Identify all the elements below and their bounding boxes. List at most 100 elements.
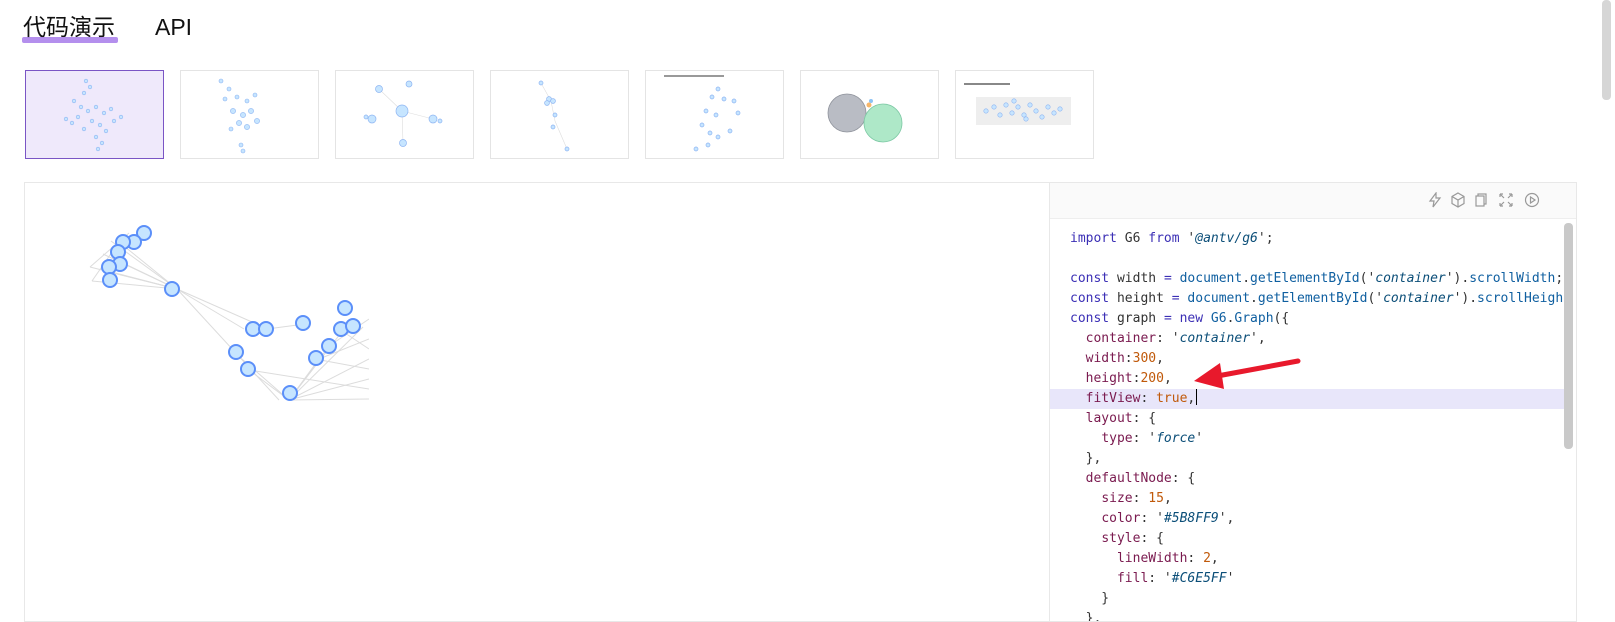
thumbnail-graph-preview — [964, 83, 1071, 125]
code-token: width — [1109, 271, 1164, 286]
thumbnail-graph-preview — [218, 78, 260, 154]
code-token: : — [1140, 391, 1157, 406]
editor-toolbar — [1050, 183, 1576, 219]
code-token: = — [1171, 291, 1180, 306]
tab-api[interactable]: API — [155, 12, 192, 42]
code-line: container: 'container', — [1050, 329, 1564, 349]
code-token: : { — [1171, 471, 1196, 486]
code-token: @antv/g6 — [1195, 231, 1258, 246]
thumbnail-graph-preview — [63, 78, 124, 152]
code-line: color: '#5B8FF9', — [1050, 509, 1564, 529]
code-token: scrollWidth — [1469, 271, 1556, 286]
editor-scrollbar[interactable] — [1564, 223, 1573, 449]
code-token: #5B8FF9 — [1163, 511, 1219, 526]
code-token: G6 — [1116, 231, 1149, 246]
code-token: : ' — [1132, 431, 1157, 446]
demo-thumbnail-6[interactable] — [800, 70, 939, 159]
code-token: : — [1124, 351, 1133, 366]
code-line: defaultNode: { — [1050, 469, 1564, 489]
graph-canvas[interactable] — [79, 219, 369, 405]
code-token: ; — [1555, 271, 1564, 286]
code-editor[interactable]: import G6 from '@antv/g6'; const width = … — [1050, 219, 1576, 621]
code-token: type — [1101, 431, 1133, 446]
demo-thumbnail-3[interactable] — [335, 70, 474, 159]
code-token: : ' — [1156, 331, 1180, 346]
play-icon[interactable] — [1524, 192, 1540, 208]
code-token: , — [1163, 371, 1172, 386]
code-token: import — [1070, 231, 1117, 246]
code-token: (' — [1367, 291, 1384, 306]
demo-container: import G6 from '@antv/g6'; const width = … — [24, 182, 1577, 622]
code-token: ' — [1179, 231, 1196, 246]
code-token: container — [1085, 331, 1157, 346]
code-token: height — [1109, 291, 1172, 306]
code-token: const — [1070, 291, 1110, 306]
code-token: , — [1163, 491, 1172, 506]
codesandbox-icon[interactable] — [1450, 192, 1466, 208]
code-token: getElementById — [1250, 271, 1360, 286]
code-token: scrollHeigh — [1477, 291, 1564, 306]
code-token: (' — [1359, 271, 1376, 286]
lightning-icon[interactable] — [1427, 191, 1443, 208]
code-content[interactable]: import G6 from '@antv/g6'; const width = … — [1050, 229, 1564, 621]
code-line: lineWidth: 2, — [1050, 549, 1564, 569]
thumbnail-graph-preview — [538, 80, 570, 152]
thumbnail-graph-preview — [664, 75, 741, 152]
code-token: container — [1375, 271, 1446, 286]
thumbnail-graph-preview — [363, 80, 443, 147]
code-token: G6 — [1210, 311, 1227, 326]
code-line: const graph = new G6.Graph({ — [1050, 309, 1564, 329]
code-token: container — [1179, 331, 1251, 346]
code-token: container — [1383, 291, 1454, 306]
code-token: ({ — [1273, 311, 1290, 326]
copy-icon[interactable] — [1473, 192, 1489, 208]
graph-edges — [89, 232, 369, 401]
demo-thumbnail-1[interactable] — [25, 70, 164, 159]
code-token: document — [1179, 271, 1243, 286]
code-line: const width = document.getElementById('c… — [1050, 269, 1564, 289]
code-token: : — [1187, 551, 1204, 566]
code-token: height — [1085, 371, 1133, 386]
demo-thumbnail-4[interactable] — [490, 70, 629, 159]
code-token: color — [1101, 511, 1141, 526]
demo-thumbnail-5[interactable] — [645, 70, 784, 159]
code-token: '; — [1257, 231, 1274, 246]
code-line: }, — [1050, 609, 1564, 621]
code-token: : ' — [1140, 511, 1164, 526]
code-line: } — [1050, 589, 1564, 609]
code-token: , — [1156, 351, 1164, 366]
code-token: graph — [1109, 311, 1164, 326]
code-token: } — [1070, 591, 1110, 606]
code-token: 200 — [1140, 371, 1164, 386]
code-token: lineWidth — [1116, 551, 1188, 566]
code-token: : — [1132, 491, 1149, 506]
force-graph[interactable] — [79, 219, 369, 405]
code-token: 300 — [1132, 351, 1157, 366]
code-token: style — [1101, 531, 1141, 546]
code-token: width — [1085, 351, 1125, 366]
active-tab-indicator — [22, 37, 118, 43]
demo-thumbnail-2[interactable] — [180, 70, 319, 159]
page-scrollbar[interactable] — [1602, 0, 1611, 100]
fullscreen-icon[interactable] — [1498, 192, 1514, 208]
thumbnail-graph-preview — [827, 93, 903, 143]
graph-preview-panel — [25, 183, 1050, 621]
code-token: size — [1101, 491, 1133, 506]
demo-thumbnail-7[interactable] — [955, 70, 1094, 159]
code-line: const height = document.getElementById('… — [1050, 289, 1564, 309]
code-token: const — [1070, 271, 1110, 286]
code-line: style: { — [1050, 529, 1564, 549]
code-token: new — [1179, 311, 1204, 326]
code-token: : { — [1140, 531, 1164, 546]
